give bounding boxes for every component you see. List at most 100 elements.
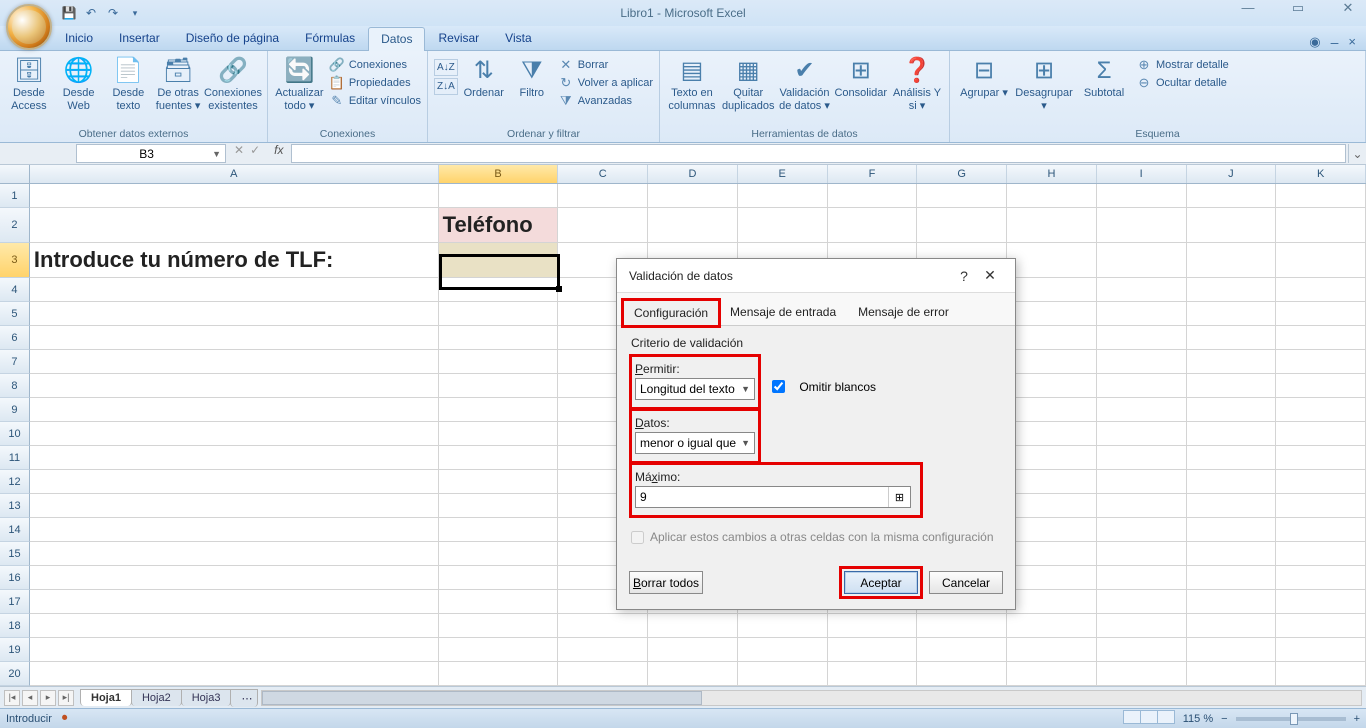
- sheet-tab-3[interactable]: Hoja3: [181, 689, 232, 706]
- cancel-button[interactable]: Cancelar: [929, 571, 1003, 594]
- cell[interactable]: [30, 470, 439, 494]
- cell[interactable]: [439, 302, 559, 326]
- cell[interactable]: [1007, 590, 1097, 614]
- col-header-K[interactable]: K: [1276, 165, 1366, 183]
- cell[interactable]: [439, 470, 559, 494]
- cell[interactable]: [738, 662, 828, 686]
- sort-asc-button[interactable]: A↓Z: [434, 59, 458, 76]
- cell[interactable]: [1276, 208, 1366, 243]
- formula-expand-icon[interactable]: ⌄: [1348, 144, 1366, 163]
- cell[interactable]: [1276, 566, 1366, 590]
- dialog-tab-entrada[interactable]: Mensaje de entrada: [719, 299, 847, 325]
- sort-button[interactable]: ⇅Ordenar: [462, 53, 506, 100]
- cell[interactable]: [1007, 374, 1097, 398]
- row-header[interactable]: 6: [0, 326, 30, 350]
- cell[interactable]: [1276, 326, 1366, 350]
- cell[interactable]: [1097, 278, 1187, 302]
- row-header[interactable]: 18: [0, 614, 30, 638]
- cell[interactable]: [1187, 243, 1277, 278]
- help-icon[interactable]: ◉: [1309, 34, 1320, 50]
- col-header-A[interactable]: A: [30, 165, 439, 183]
- cell[interactable]: [1097, 184, 1187, 208]
- cell[interactable]: [30, 398, 439, 422]
- row-header[interactable]: 3: [0, 243, 30, 278]
- enter-formula-icon[interactable]: ✓: [250, 143, 260, 164]
- cell[interactable]: [1007, 398, 1097, 422]
- allow-select[interactable]: Longitud del texto ▼: [635, 378, 755, 400]
- cell[interactable]: [1097, 542, 1187, 566]
- cell[interactable]: [738, 638, 828, 662]
- advanced-button[interactable]: ⧩Avanzadas: [558, 93, 653, 109]
- row-header[interactable]: 7: [0, 350, 30, 374]
- max-input[interactable]: [636, 490, 888, 504]
- cell[interactable]: [439, 662, 559, 686]
- cell[interactable]: [558, 638, 648, 662]
- existing-connections-button[interactable]: 🔗Conexiones existentes: [205, 53, 261, 112]
- cell[interactable]: [828, 614, 918, 638]
- cell[interactable]: [1007, 614, 1097, 638]
- ungroup-button[interactable]: ⊞Desagrupar ▾: [1016, 53, 1072, 112]
- cell[interactable]: [1187, 350, 1277, 374]
- cell[interactable]: [1007, 350, 1097, 374]
- cell[interactable]: [30, 422, 439, 446]
- cell[interactable]: [30, 542, 439, 566]
- cell[interactable]: [1097, 422, 1187, 446]
- cell[interactable]: [439, 184, 559, 208]
- cell[interactable]: [1276, 184, 1366, 208]
- sheet-nav-last-icon[interactable]: ▸|: [58, 690, 74, 706]
- cell[interactable]: [648, 662, 738, 686]
- close-button[interactable]: ✕: [1334, 0, 1362, 16]
- zoom-slider[interactable]: [1236, 717, 1346, 721]
- cell[interactable]: [439, 350, 559, 374]
- row-header[interactable]: 9: [0, 398, 30, 422]
- cell[interactable]: [1097, 326, 1187, 350]
- cell[interactable]: [1007, 243, 1097, 278]
- cell[interactable]: [439, 566, 559, 590]
- row-header[interactable]: 17: [0, 590, 30, 614]
- tab-vista[interactable]: Vista: [492, 26, 544, 50]
- cell[interactable]: [439, 422, 559, 446]
- cell[interactable]: [648, 614, 738, 638]
- cell[interactable]: [1097, 566, 1187, 590]
- edit-links-button[interactable]: ✎Editar vínculos: [329, 93, 421, 109]
- row-header[interactable]: 10: [0, 422, 30, 446]
- cell[interactable]: [558, 208, 648, 243]
- row-header[interactable]: 13: [0, 494, 30, 518]
- cell[interactable]: [30, 614, 439, 638]
- sheet-nav-next-icon[interactable]: ▸: [40, 690, 56, 706]
- cell[interactable]: [558, 614, 648, 638]
- from-other-button[interactable]: 🗃De otras fuentes ▾: [155, 53, 201, 112]
- clear-all-button[interactable]: BBorrar todosorrar todos: [629, 571, 703, 594]
- cell[interactable]: [1097, 614, 1187, 638]
- cell[interactable]: [1276, 470, 1366, 494]
- cell[interactable]: [648, 208, 738, 243]
- cell[interactable]: [1097, 662, 1187, 686]
- connections-button[interactable]: 🔗Conexiones: [329, 57, 421, 73]
- cell[interactable]: [1187, 184, 1277, 208]
- col-header-H[interactable]: H: [1007, 165, 1097, 183]
- cell[interactable]: [1276, 446, 1366, 470]
- cell[interactable]: [1007, 638, 1097, 662]
- cell[interactable]: [439, 614, 559, 638]
- cell[interactable]: [1187, 470, 1277, 494]
- cell[interactable]: [1007, 208, 1097, 243]
- from-web-button[interactable]: 🌐Desde Web: [56, 53, 102, 112]
- cell[interactable]: [917, 662, 1007, 686]
- cell[interactable]: [30, 662, 439, 686]
- row-header[interactable]: 20: [0, 662, 30, 686]
- cell[interactable]: [1007, 422, 1097, 446]
- cell[interactable]: [1187, 566, 1277, 590]
- cell[interactable]: [828, 662, 918, 686]
- col-header-I[interactable]: I: [1097, 165, 1187, 183]
- cell[interactable]: [1007, 518, 1097, 542]
- cell[interactable]: [1276, 398, 1366, 422]
- refresh-all-button[interactable]: 🔄Actualizar todo ▾: [274, 53, 325, 112]
- cell[interactable]: [558, 184, 648, 208]
- accept-button[interactable]: Aceptar: [844, 571, 918, 594]
- cell[interactable]: [828, 208, 918, 243]
- cell[interactable]: [917, 614, 1007, 638]
- cell[interactable]: [30, 638, 439, 662]
- row-header[interactable]: 5: [0, 302, 30, 326]
- name-box-dropdown-icon[interactable]: ▼: [212, 149, 221, 159]
- cell[interactable]: [1007, 470, 1097, 494]
